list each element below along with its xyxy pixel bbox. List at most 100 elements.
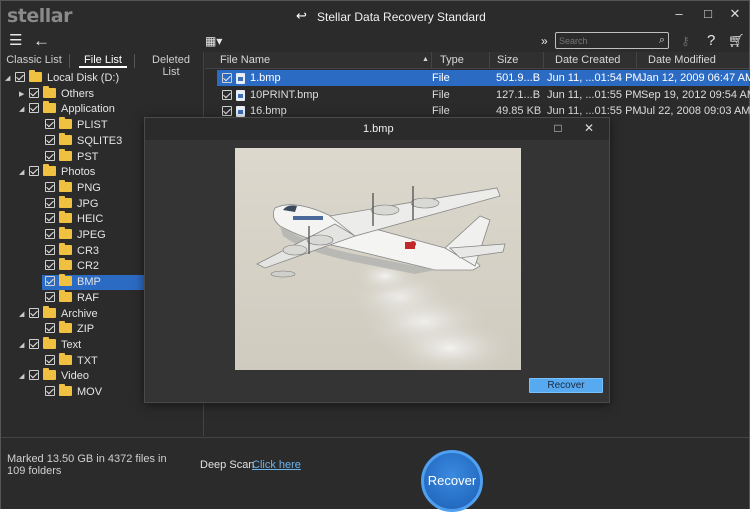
dialog-maximize-icon[interactable]: □ xyxy=(548,121,568,135)
expand-down-icon[interactable]: ◢ xyxy=(19,102,29,117)
preview-image xyxy=(235,148,521,370)
preview-dialog: 1.bmp □ ✕ Recover xyxy=(144,117,610,403)
help-icon[interactable]: ? xyxy=(707,31,715,51)
column-divider[interactable] xyxy=(431,52,432,69)
key-icon[interactable]: ⚷ xyxy=(681,31,690,51)
checkbox[interactable] xyxy=(15,72,25,83)
expand-down-icon[interactable]: ◢ xyxy=(19,369,29,384)
checkbox[interactable] xyxy=(222,89,232,100)
tree-node[interactable]: RAF xyxy=(45,289,99,306)
tree-node-label: JPEG xyxy=(77,229,106,241)
checkbox[interactable] xyxy=(45,244,55,255)
checkbox[interactable] xyxy=(29,87,39,98)
checkbox[interactable] xyxy=(29,338,39,349)
column-size[interactable]: Size xyxy=(497,54,518,66)
sort-up-icon[interactable]: ▲ xyxy=(422,56,429,63)
expand-down-icon[interactable]: ◢ xyxy=(19,307,29,322)
checkbox[interactable] xyxy=(222,73,232,83)
close-icon[interactable]: ✕ xyxy=(725,6,745,22)
dialog-close-icon[interactable]: ✕ xyxy=(579,121,599,135)
checkbox[interactable] xyxy=(45,150,55,161)
checkbox[interactable] xyxy=(45,291,55,302)
hamburger-menu-icon[interactable]: ☰ xyxy=(9,31,22,51)
tree-node[interactable]: PLIST xyxy=(45,117,108,133)
checkbox[interactable] xyxy=(45,213,55,224)
tree-node[interactable]: BMP xyxy=(42,274,144,291)
tree-node-label: PST xyxy=(77,150,99,163)
double-chevron-icon[interactable]: » xyxy=(541,31,548,51)
checkbox[interactable] xyxy=(29,370,39,381)
checkbox[interactable] xyxy=(45,119,55,130)
tree-node[interactable]: PNG xyxy=(45,179,101,196)
column-divider[interactable] xyxy=(543,52,544,69)
tree-node[interactable]: PST xyxy=(45,148,99,165)
tree-node[interactable]: CR3 xyxy=(45,242,100,259)
seaplane-photo xyxy=(235,148,521,370)
checkbox[interactable] xyxy=(222,106,232,116)
checkbox[interactable] xyxy=(45,354,55,365)
tab-file-list[interactable]: File List xyxy=(79,54,127,68)
tree-node[interactable]: CR2 xyxy=(45,258,99,274)
tree-node[interactable]: ZIP xyxy=(45,321,94,337)
tree-node[interactable]: ◢ Text xyxy=(19,336,81,353)
column-type[interactable]: Type xyxy=(440,54,464,66)
tab-classic-list[interactable]: Classic List xyxy=(6,54,62,66)
tree-node[interactable]: ◢ Local Disk (D:) xyxy=(5,70,119,86)
tree-node-label: PNG xyxy=(77,181,101,194)
tree-node-label: PLIST xyxy=(77,119,108,132)
checkbox[interactable] xyxy=(29,307,39,318)
expand-down-icon[interactable]: ◢ xyxy=(19,338,29,353)
tree-node[interactable]: SQLITE3 xyxy=(45,132,122,149)
checkbox[interactable] xyxy=(29,166,39,177)
minimize-icon[interactable]: – xyxy=(669,6,689,21)
column-divider[interactable] xyxy=(636,52,637,69)
tree-node[interactable]: ◢ Archive xyxy=(19,305,98,322)
file-row[interactable]: 1.bmp File 501.9...B Jun 11, ...01:54 PM Jan… xyxy=(217,70,750,86)
tree-node[interactable]: JPEG xyxy=(45,227,106,243)
search-input[interactable] xyxy=(559,34,649,47)
expand-down-icon[interactable]: ◢ xyxy=(5,71,15,86)
column-date-created[interactable]: Date Created xyxy=(555,54,620,66)
tree-node[interactable]: HEIC xyxy=(45,211,103,227)
back-icon[interactable]: ← xyxy=(33,31,50,51)
tree-node-label: Others xyxy=(61,87,95,100)
toolbar: ☰ ← ▦▾ » ⌕ ⚷ ? 🛒︎ xyxy=(1,31,749,51)
file-type-cell: File xyxy=(432,88,450,101)
checkbox[interactable] xyxy=(45,134,55,145)
tree-node[interactable]: JPG xyxy=(45,195,98,212)
back-arrow-icon[interactable]: ↩ xyxy=(296,8,307,24)
dialog-recover-button[interactable]: Recover xyxy=(529,378,603,393)
recover-button[interactable]: Recover xyxy=(421,450,483,512)
view-toggle-icon[interactable]: ▦▾ xyxy=(205,31,222,51)
checkbox[interactable] xyxy=(45,197,55,208)
tree-node[interactable]: ◢ Video xyxy=(19,368,89,384)
checkbox[interactable] xyxy=(45,260,55,271)
cart-icon[interactable]: 🛒︎ xyxy=(728,31,745,51)
checkbox[interactable] xyxy=(45,181,55,192)
maximize-icon[interactable]: □ xyxy=(698,6,718,21)
tree-node[interactable]: MOV xyxy=(45,384,102,400)
tree-node[interactable]: ◢ Application xyxy=(19,101,115,117)
column-date-modified[interactable]: Date Modified xyxy=(648,54,716,66)
tree-node[interactable]: ▶ Others xyxy=(19,85,95,102)
checkbox[interactable] xyxy=(29,103,39,114)
deep-scan-link[interactable]: Click here xyxy=(252,459,301,471)
tree-node-label: Video xyxy=(61,370,89,383)
dialog-title-bar: 1.bmp □ ✕ xyxy=(145,118,609,140)
date-created-cell: Jun 11, ...01:55 PM xyxy=(547,88,642,101)
tree-node[interactable]: ◢ Photos xyxy=(19,164,95,180)
checkbox[interactable] xyxy=(45,386,55,397)
tree-node[interactable]: TXT xyxy=(45,352,98,369)
checkbox[interactable] xyxy=(45,323,55,334)
expand-down-icon[interactable]: ◢ xyxy=(19,165,29,180)
column-divider[interactable] xyxy=(489,52,490,69)
tab-deleted-list[interactable]: Deleted List xyxy=(143,54,199,78)
file-row[interactable]: 10PRINT.bmp File 127.1...B Jun 11, ...01:55… xyxy=(217,87,750,103)
column-file-name[interactable]: File Name xyxy=(220,54,270,66)
tree-node-label: CR3 xyxy=(77,244,100,257)
expand-right-icon[interactable]: ▶ xyxy=(19,87,29,102)
search-icon[interactable]: ⌕ xyxy=(659,34,665,47)
checkbox[interactable] xyxy=(45,276,55,287)
checkbox[interactable] xyxy=(45,229,55,240)
folder-icon xyxy=(43,336,56,349)
